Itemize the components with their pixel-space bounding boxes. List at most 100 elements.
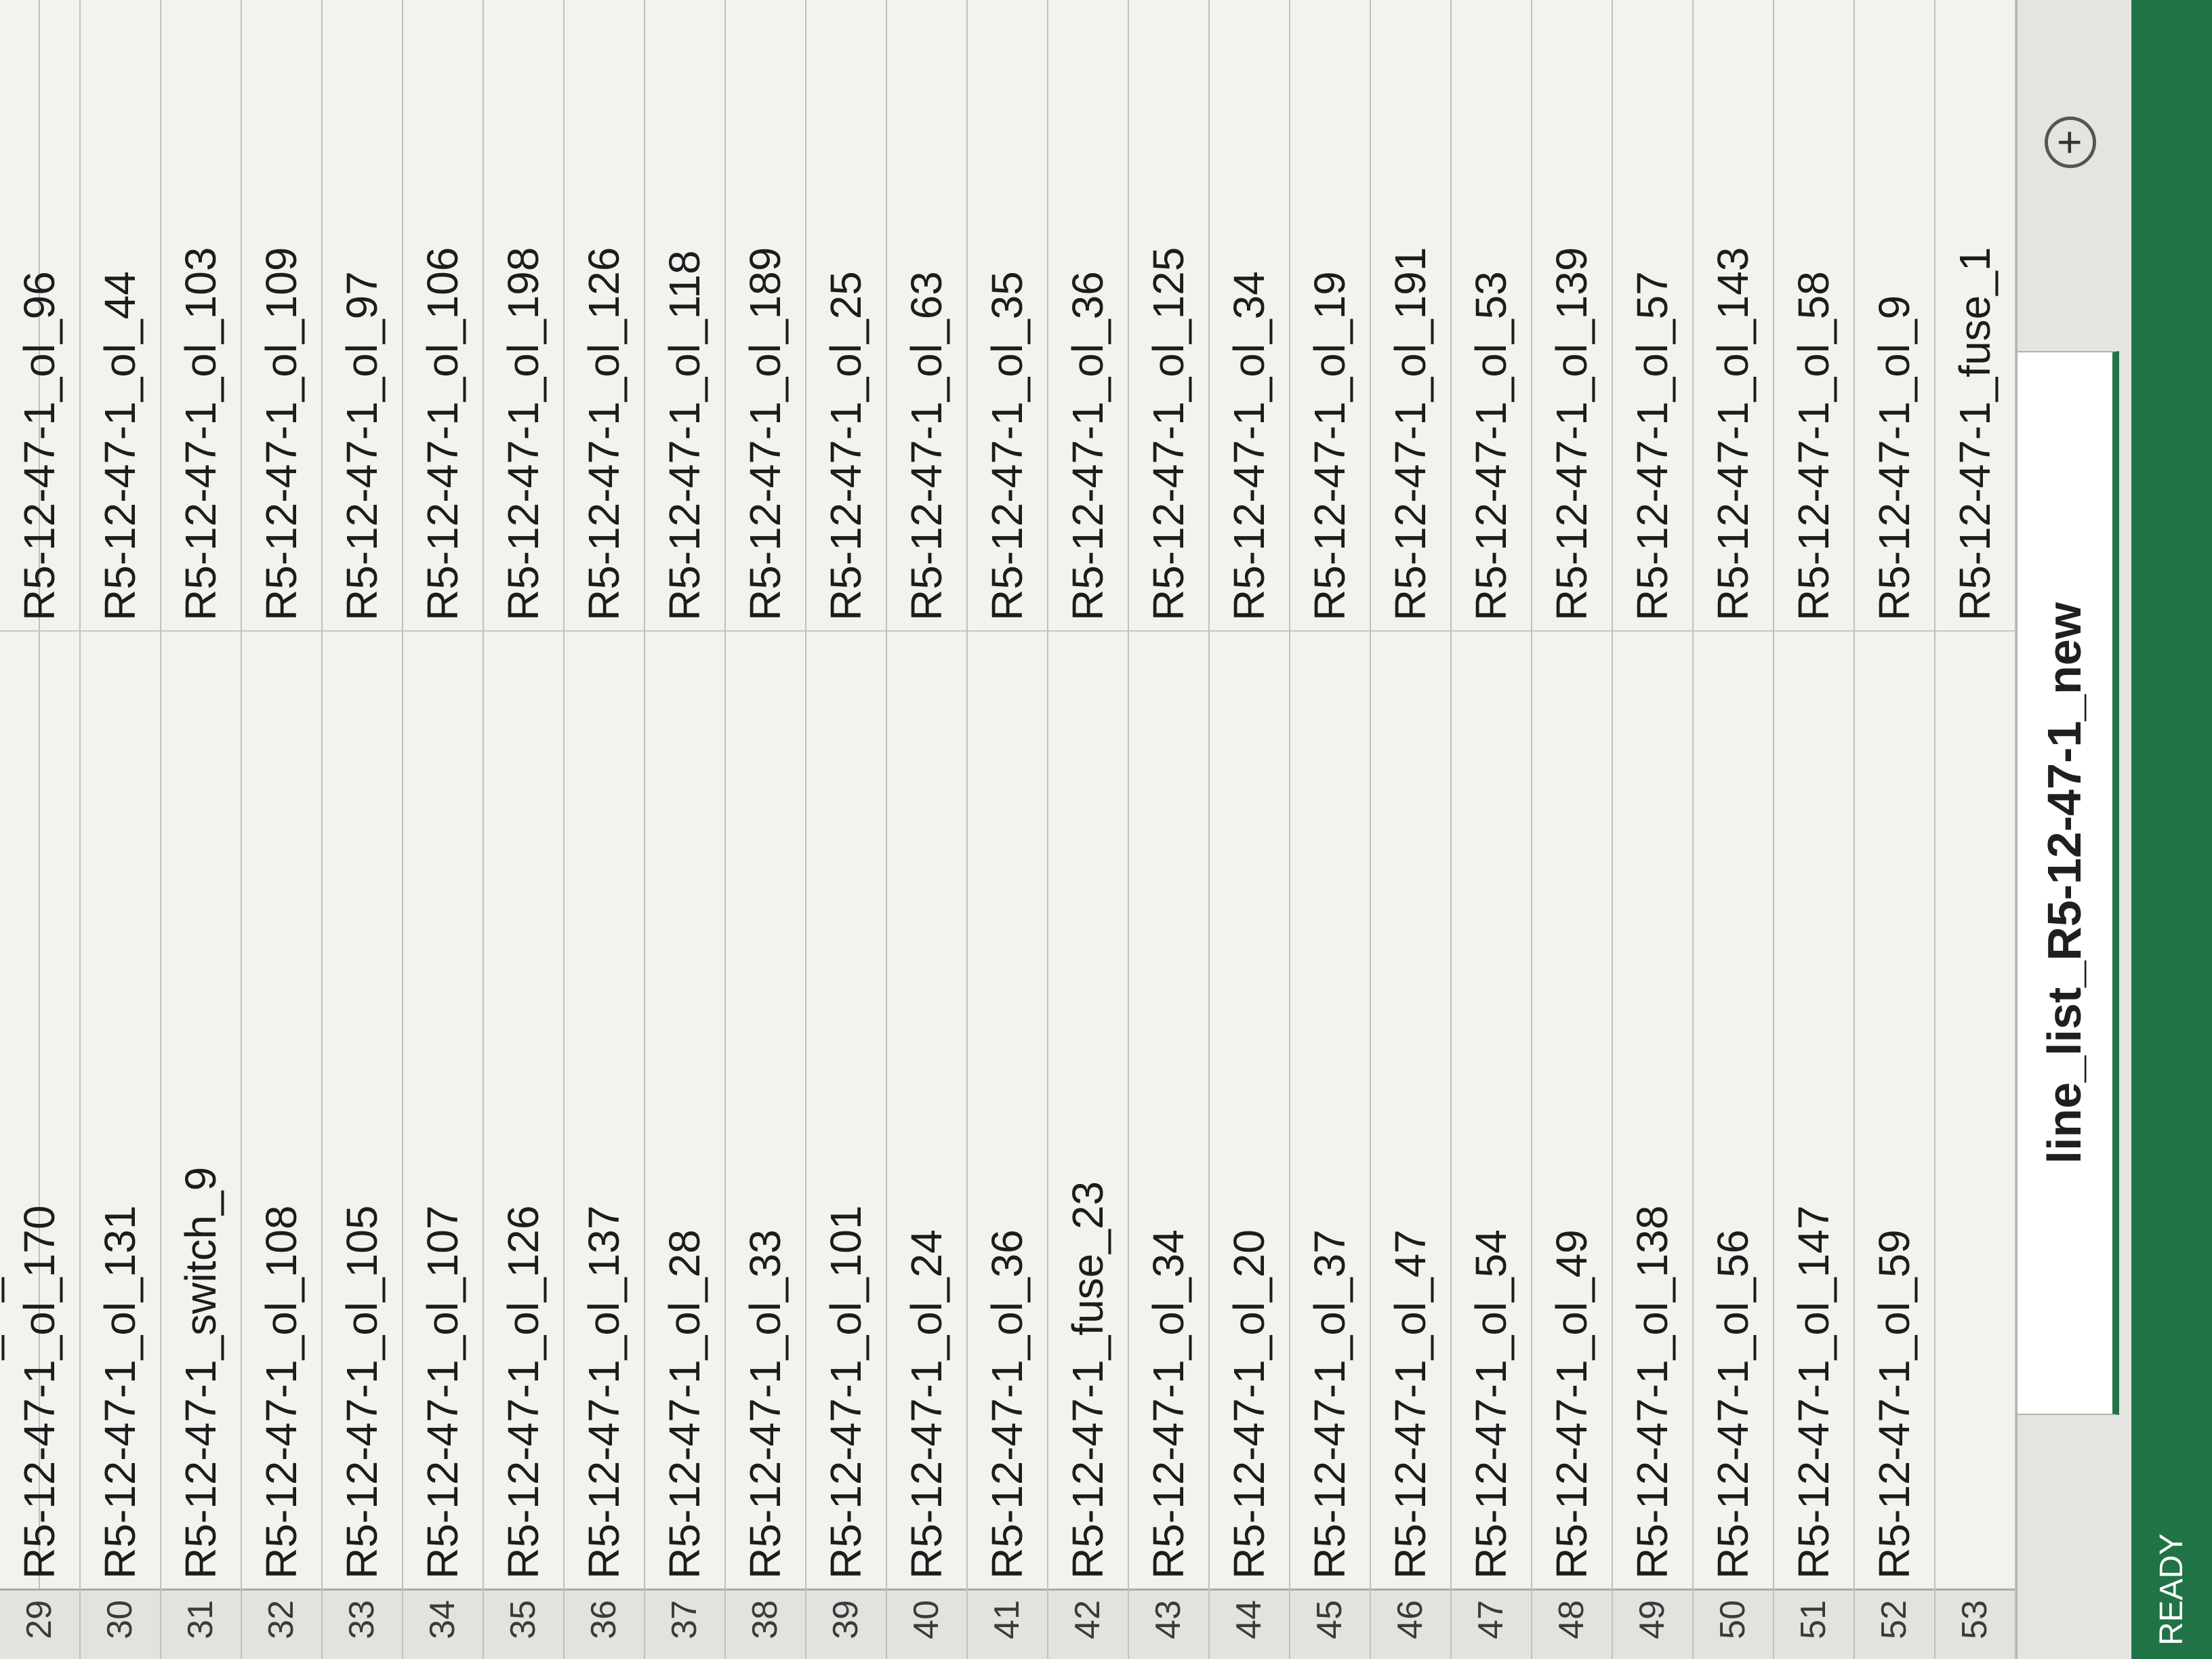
table-row: 30 R5-12-47-1_ol_131 R5-12-47-1_ol_44 [81, 0, 161, 1659]
sheet-tab-active[interactable]: line_list_R5-12-47-1_new [2018, 351, 2119, 1415]
row-header[interactable]: 30 [81, 1589, 160, 1659]
cell-b[interactable]: R5-12-47-1_ol_109 [242, 0, 321, 630]
row-header[interactable]: 46 [1371, 1589, 1450, 1659]
table-row: 33 R5-12-47-1_ol_105 R5-12-47-1_ol_97 [323, 0, 403, 1659]
table-row: 47 R5-12-47-1_ol_54 R5-12-47-1_ol_53 [1452, 0, 1532, 1659]
table-row: 48 R5-12-47-1_ol_49 R5-12-47-1_ol_139 [1532, 0, 1613, 1659]
row-header[interactable]: 44 [1210, 1589, 1289, 1659]
cell-b[interactable]: R5-12-47-1_ol_25 [806, 0, 886, 630]
cell-a[interactable]: R5-12-47-1_ol_20 [1210, 630, 1289, 1589]
cell-b[interactable]: R5-12-47-1_ol_103 [161, 0, 241, 630]
cell-a[interactable]: R5-12-47-1_ol_37 [1290, 630, 1370, 1589]
cell-a[interactable]: R5-12-47-1_ol_36 [968, 630, 1047, 1589]
cell-grid: 28 R5-12-47-1_ol_110 29 R5-12-47-1_ol_17… [0, 0, 2016, 1659]
table-row: 38 R5-12-47-1_ol_33 R5-12-47-1_ol_189 [726, 0, 806, 1659]
cell-b[interactable]: R5-12-47-1_ol_118 [645, 0, 724, 630]
cell-a[interactable]: R5-12-47-1_ol_126 [484, 630, 563, 1589]
cell-a[interactable]: R5-12-47-1_ol_47 [1371, 630, 1450, 1589]
spreadsheet-window: 28 R5-12-47-1_ol_110 29 R5-12-47-1_ol_17… [0, 0, 2212, 1659]
cell-b[interactable]: R5-12-47-1_ol_19 [1290, 0, 1370, 630]
table-row: 36 R5-12-47-1_ol_137 R5-12-47-1_ol_126 [565, 0, 645, 1659]
cell-b[interactable]: R5-12-47-1_ol_53 [1452, 0, 1531, 630]
cell-a[interactable]: R5-12-47-1_switch_9 [161, 630, 241, 1589]
cell-a[interactable]: R5-12-47-1_ol_131 [81, 630, 160, 1589]
table-row: 41 R5-12-47-1_ol_36 R5-12-47-1_ol_35 [968, 0, 1048, 1659]
cell-a[interactable]: R5-12-47-1_ol_33 [726, 630, 805, 1589]
row-header[interactable]: 43 [1129, 1589, 1208, 1659]
cell-a[interactable]: R5-12-47-1_ol_105 [323, 630, 402, 1589]
row-header[interactable]: 40 [887, 1589, 966, 1659]
cell-a[interactable]: R5-12-47-1_ol_138 [1613, 630, 1692, 1589]
row-header[interactable]: 47 [1452, 1589, 1531, 1659]
table-row: 39 R5-12-47-1_ol_101 R5-12-47-1_ol_25 [806, 0, 887, 1659]
table-row: 29 R5-12-47-1_ol_170 R5-12-47-1_ol_96 [0, 0, 81, 1659]
table-row: 52 R5-12-47-1_ol_59 R5-12-47-1_ol_9 [1855, 0, 1936, 1659]
cell-b[interactable]: R5-12-47-1_fuse_1 [1936, 0, 2015, 630]
row-header[interactable]: 36 [565, 1589, 644, 1659]
cell-a[interactable]: R5-12-47-1_ol_59 [1855, 630, 1934, 1589]
row-header[interactable]: 51 [1774, 1589, 1853, 1659]
cell-a[interactable]: R5-12-47-1_ol_170 [0, 630, 79, 1589]
cell-b[interactable]: R5-12-47-1_ol_143 [1694, 0, 1773, 630]
row-header[interactable]: 37 [645, 1589, 724, 1659]
cell-a[interactable]: R5-12-47-1_ol_34 [1129, 630, 1208, 1589]
row-header[interactable]: 32 [242, 1589, 321, 1659]
cell-a[interactable]: R5-12-47-1_fuse_23 [1048, 630, 1128, 1589]
row-header[interactable]: 33 [323, 1589, 402, 1659]
cell-b[interactable]: R5-12-47-1_ol_9 [1855, 0, 1934, 630]
cell-b[interactable]: R5-12-47-1_ol_34 [1210, 0, 1289, 630]
cell-a[interactable]: R5-12-47-1_ol_49 [1532, 630, 1612, 1589]
cell-a[interactable]: R5-12-47-1_ol_108 [242, 630, 321, 1589]
cell-b[interactable]: R5-12-47-1_ol_44 [81, 0, 160, 630]
cell-b[interactable]: R5-12-47-1_ol_96 [0, 0, 79, 630]
table-row: 31 R5-12-47-1_switch_9 R5-12-47-1_ol_103 [161, 0, 242, 1659]
cell-b[interactable]: R5-12-47-1_ol_97 [323, 0, 402, 630]
cell-a[interactable]: R5-12-47-1_ol_101 [806, 630, 886, 1589]
cell-a[interactable]: R5-12-47-1_ol_137 [565, 630, 644, 1589]
cell-b[interactable]: R5-12-47-1_ol_58 [1774, 0, 1853, 630]
row-header[interactable]: 50 [1694, 1589, 1773, 1659]
row-header[interactable]: 39 [806, 1589, 886, 1659]
cell-a[interactable]: R5-12-47-1_ol_28 [645, 630, 724, 1589]
status-text: READY [2154, 1533, 2190, 1645]
row-header[interactable]: 49 [1613, 1589, 1692, 1659]
cell-a[interactable] [1936, 630, 2015, 1589]
cell-b[interactable]: R5-12-47-1_ol_139 [1532, 0, 1612, 630]
table-row: 34 R5-12-47-1_ol_107 R5-12-47-1_ol_106 [403, 0, 484, 1659]
row-header[interactable]: 31 [161, 1589, 241, 1659]
cell-b[interactable]: R5-12-47-1_ol_191 [1371, 0, 1450, 630]
cell-a[interactable]: R5-12-47-1_ol_54 [1452, 630, 1531, 1589]
table-row: 53 R5-12-47-1_fuse_1 [1936, 0, 2016, 1659]
cell-b[interactable]: R5-12-47-1_ol_125 [1129, 0, 1208, 630]
table-row: 46 R5-12-47-1_ol_47 R5-12-47-1_ol_191 [1371, 0, 1452, 1659]
cell-b[interactable]: R5-12-47-1_ol_36 [1048, 0, 1128, 630]
cell-a[interactable]: R5-12-47-1_ol_24 [887, 630, 966, 1589]
row-header[interactable]: 52 [1855, 1589, 1934, 1659]
row-header[interactable]: 45 [1290, 1589, 1370, 1659]
table-row: 37 R5-12-47-1_ol_28 R5-12-47-1_ol_118 [645, 0, 726, 1659]
table-row: 44 R5-12-47-1_ol_20 R5-12-47-1_ol_34 [1210, 0, 1290, 1659]
cell-b[interactable]: R5-12-47-1_ol_126 [565, 0, 644, 630]
row-header[interactable]: 53 [1936, 1589, 2015, 1659]
cell-b[interactable]: R5-12-47-1_ol_35 [968, 0, 1047, 630]
row-header[interactable]: 38 [726, 1589, 805, 1659]
row-header[interactable]: 34 [403, 1589, 483, 1659]
cell-b[interactable]: R5-12-47-1_ol_57 [1613, 0, 1692, 630]
cell-b[interactable]: R5-12-47-1_ol_189 [726, 0, 805, 630]
cell-a[interactable]: R5-12-47-1_ol_107 [403, 630, 483, 1589]
plus-circle-icon[interactable]: + [2045, 117, 2096, 168]
cell-a[interactable]: R5-12-47-1_ol_56 [1694, 630, 1773, 1589]
table-row: 32 R5-12-47-1_ol_108 R5-12-47-1_ol_109 [242, 0, 323, 1659]
table-row: 35 R5-12-47-1_ol_126 R5-12-47-1_ol_198 [484, 0, 565, 1659]
cell-b[interactable]: R5-12-47-1_ol_63 [887, 0, 966, 630]
row-header[interactable]: 48 [1532, 1589, 1612, 1659]
cell-b[interactable]: R5-12-47-1_ol_106 [403, 0, 483, 630]
row-header[interactable]: 42 [1048, 1589, 1128, 1659]
row-header[interactable]: 41 [968, 1589, 1047, 1659]
cell-b[interactable]: R5-12-47-1_ol_198 [484, 0, 563, 630]
cell-a[interactable]: R5-12-47-1_ol_147 [1774, 630, 1853, 1589]
row-header[interactable]: 35 [484, 1589, 563, 1659]
row-header[interactable]: 29 [0, 1589, 79, 1659]
sheet-tab-bar: line_list_R5-12-47-1_new + [2016, 0, 2133, 1659]
table-row: 40 R5-12-47-1_ol_24 R5-12-47-1_ol_63 [887, 0, 968, 1659]
